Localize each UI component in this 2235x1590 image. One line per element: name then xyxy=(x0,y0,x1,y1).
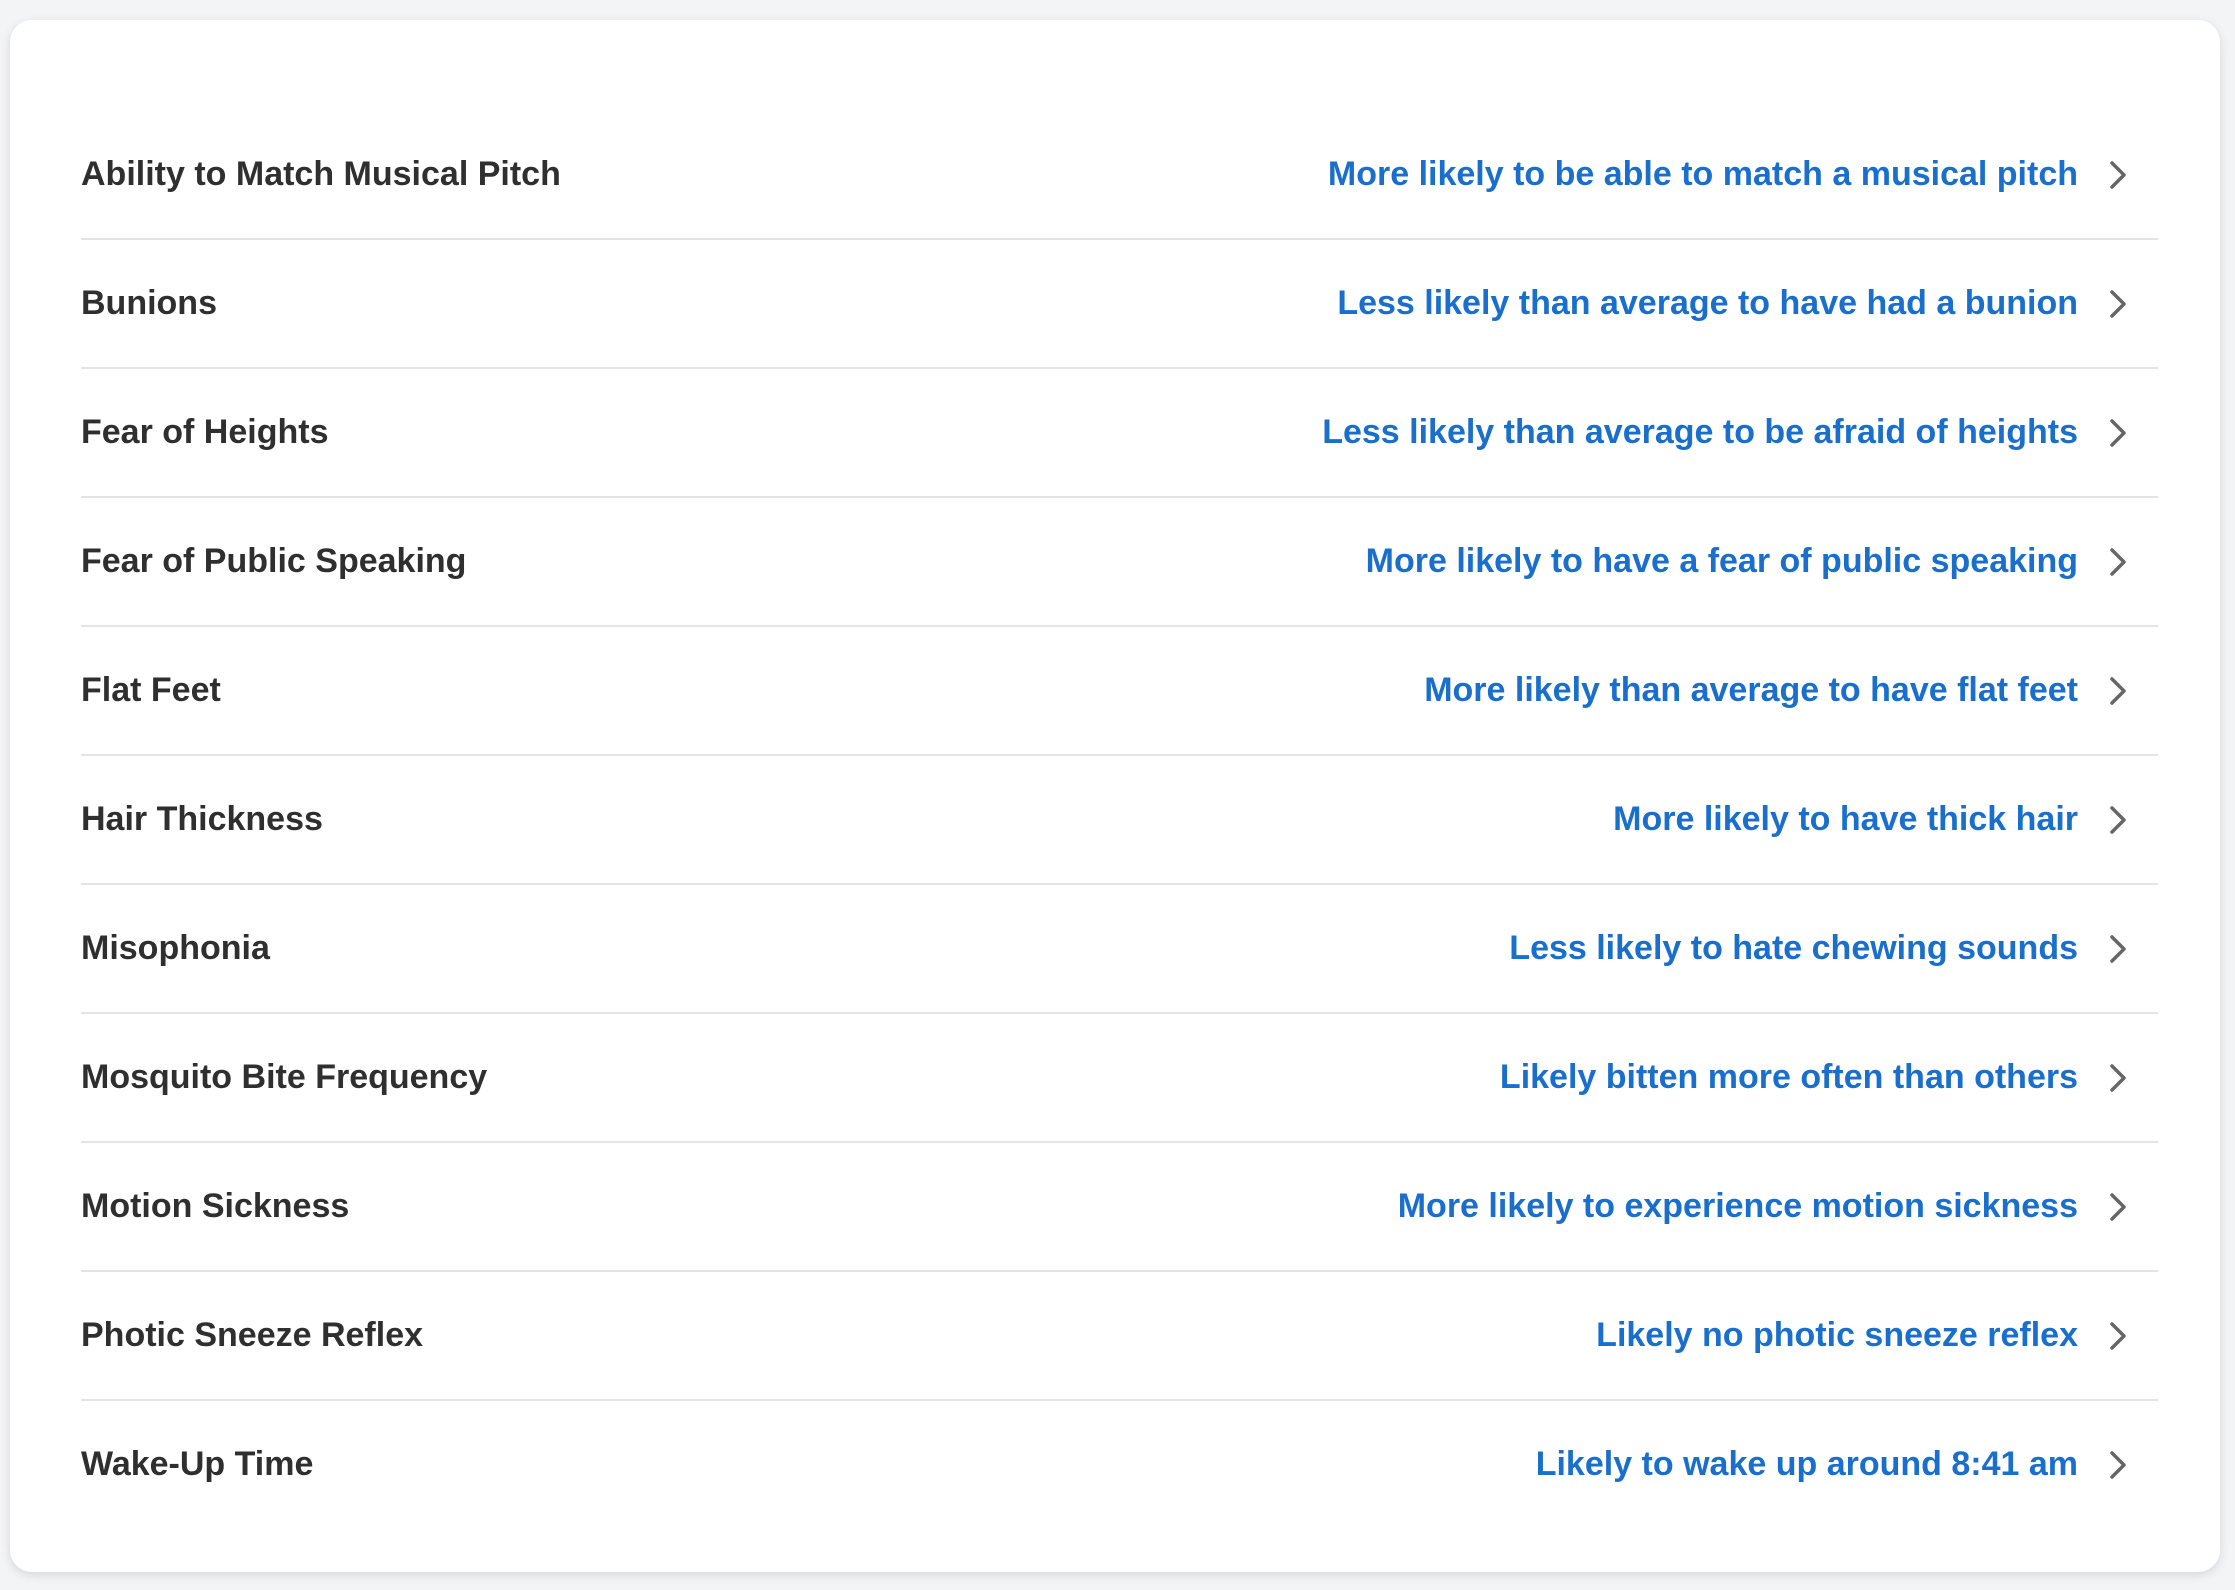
trait-title: Misophonia xyxy=(81,929,270,967)
trait-title: Mosquito Bite Frequency xyxy=(81,1058,488,1096)
trait-result[interactable]: More likely to have thick hair xyxy=(1613,800,2078,839)
trait-row[interactable]: Bunions Less likely than average to have… xyxy=(81,240,2158,369)
trait-title: Photic Sneeze Reflex xyxy=(81,1316,424,1354)
trait-row[interactable]: Ability to Match Musical Pitch More like… xyxy=(81,111,2158,240)
trait-title: Motion Sickness xyxy=(81,1187,350,1225)
trait-row[interactable]: Misophonia Less likely to hate chewing s… xyxy=(81,885,2158,1014)
trait-row[interactable]: Wake-Up Time Likely to wake up around 8:… xyxy=(81,1401,2158,1528)
chevron-right-icon[interactable] xyxy=(2078,804,2158,836)
trait-row[interactable]: Fear of Public Speaking More likely to h… xyxy=(81,498,2158,627)
trait-row[interactable]: Flat Feet More likely than average to ha… xyxy=(81,627,2158,756)
trait-result[interactable]: Likely no photic sneeze reflex xyxy=(1596,1316,2078,1355)
trait-row[interactable]: Hair Thickness More likely to have thick… xyxy=(81,756,2158,885)
chevron-right-icon[interactable] xyxy=(2078,546,2158,578)
chevron-right-icon[interactable] xyxy=(2078,288,2158,320)
trait-result[interactable]: More likely to be able to match a musica… xyxy=(1328,155,2078,194)
trait-title: Flat Feet xyxy=(81,671,221,709)
trait-result[interactable]: More likely to experience motion sicknes… xyxy=(1398,1187,2078,1226)
trait-result[interactable]: Less likely than average to be afraid of… xyxy=(1322,413,2078,452)
trait-result[interactable]: Likely bitten more often than others xyxy=(1500,1058,2078,1097)
trait-title: Fear of Public Speaking xyxy=(81,542,467,580)
chevron-right-icon[interactable] xyxy=(2078,1191,2158,1223)
chevron-right-icon[interactable] xyxy=(2078,933,2158,965)
trait-result[interactable]: Less likely than average to have had a b… xyxy=(1337,284,2078,323)
trait-result[interactable]: Likely to wake up around 8:41 am xyxy=(1536,1445,2078,1484)
trait-result[interactable]: Less likely to hate chewing sounds xyxy=(1509,929,2078,968)
trait-row[interactable]: Motion Sickness More likely to experienc… xyxy=(81,1143,2158,1272)
traits-list: Ability to Match Musical Pitch More like… xyxy=(81,111,2158,1528)
trait-title: Wake-Up Time xyxy=(81,1445,314,1483)
chevron-right-icon[interactable] xyxy=(2078,1062,2158,1094)
chevron-right-icon[interactable] xyxy=(2078,417,2158,449)
trait-row[interactable]: Fear of Heights Less likely than average… xyxy=(81,369,2158,498)
chevron-right-icon[interactable] xyxy=(2078,1320,2158,1352)
trait-title: Bunions xyxy=(81,284,217,322)
chevron-right-icon[interactable] xyxy=(2078,675,2158,707)
traits-card: Ability to Match Musical Pitch More like… xyxy=(10,20,2220,1572)
chevron-right-icon[interactable] xyxy=(2078,1449,2158,1481)
trait-row[interactable]: Photic Sneeze Reflex Likely no photic sn… xyxy=(81,1272,2158,1401)
trait-result[interactable]: More likely than average to have flat fe… xyxy=(1424,671,2078,710)
chevron-right-icon[interactable] xyxy=(2078,159,2158,191)
trait-result[interactable]: More likely to have a fear of public spe… xyxy=(1366,542,2078,581)
trait-row[interactable]: Mosquito Bite Frequency Likely bitten mo… xyxy=(81,1014,2158,1143)
trait-title: Fear of Heights xyxy=(81,413,329,451)
trait-title: Hair Thickness xyxy=(81,800,323,838)
trait-title: Ability to Match Musical Pitch xyxy=(81,155,561,193)
